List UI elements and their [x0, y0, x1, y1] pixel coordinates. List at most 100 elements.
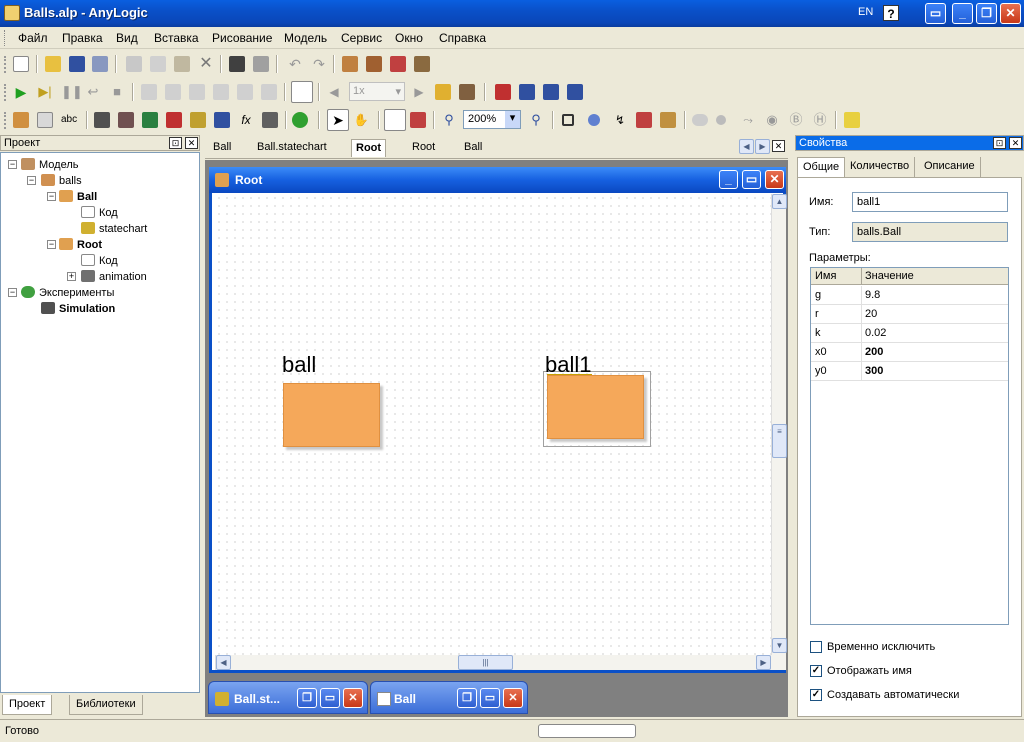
zoom-out-icon[interactable]: ⚲	[441, 112, 457, 128]
tab-ball[interactable]: Ball	[209, 139, 235, 157]
tree-item-balls[interactable]: balls	[41, 174, 82, 187]
table-row[interactable]: y0 300	[811, 362, 1008, 381]
oval-icon[interactable]	[588, 114, 600, 126]
select-pointer-icon[interactable]: ➤	[327, 109, 349, 131]
export-icon[interactable]	[414, 56, 430, 72]
menu-window[interactable]: Окно	[395, 31, 423, 45]
horizontal-scrollbar[interactable]: ◀ ||| ▶	[215, 655, 786, 670]
event-icon[interactable]	[519, 84, 535, 100]
save-icon[interactable]	[69, 56, 85, 72]
event-icon[interactable]	[567, 84, 583, 100]
badge-h-icon[interactable]: Ⓗ	[812, 112, 828, 128]
presentation-icon[interactable]	[390, 56, 406, 72]
connector-icon[interactable]	[262, 112, 278, 128]
maximize-button[interactable]: ▭	[320, 688, 340, 708]
image-icon[interactable]	[142, 112, 158, 128]
menu-tools[interactable]: Сервис	[341, 31, 382, 45]
faster-icon[interactable]: ▶	[411, 84, 427, 100]
scroll-left-icon[interactable]: ◀	[216, 655, 231, 670]
scroll-down-icon[interactable]: ▼	[772, 638, 787, 653]
tree-item-root[interactable]: Root	[59, 238, 102, 251]
tab-project[interactable]: Проект	[2, 695, 53, 715]
close-button[interactable]: ✕	[503, 688, 523, 708]
save-all-icon[interactable]	[92, 56, 108, 72]
menu-insert[interactable]: Вставка	[154, 31, 199, 45]
stop-icon[interactable]: ■	[109, 84, 125, 100]
paint-icon[interactable]	[636, 112, 652, 128]
scroll-left-icon[interactable]: ◀	[739, 139, 754, 154]
tree-item-statechart[interactable]: statechart	[81, 222, 147, 235]
minimize-button[interactable]: _	[952, 3, 973, 24]
expand-icon[interactable]: +	[67, 272, 76, 281]
menu-help[interactable]: Справка	[439, 31, 486, 45]
table-icon[interactable]	[214, 112, 230, 128]
state-icon[interactable]	[118, 112, 134, 128]
tab-description[interactable]: Описание	[919, 157, 981, 177]
close-button[interactable]: ✕	[765, 170, 784, 189]
collapse-icon[interactable]: −	[8, 288, 17, 297]
group-icon[interactable]	[660, 112, 676, 128]
experiment-icon[interactable]	[292, 112, 308, 128]
zoom-in-icon[interactable]: ⚲	[528, 112, 544, 128]
tab-root-animation[interactable]: Root	[408, 139, 439, 157]
event-icon[interactable]	[543, 84, 559, 100]
minimized-window-ball[interactable]: Ball ❐ ▭ ✕	[370, 681, 528, 714]
scroll-right-icon[interactable]: ▶	[756, 655, 771, 670]
tree-item-model[interactable]: Модель	[21, 158, 78, 171]
close-button[interactable]: ✕	[1000, 3, 1021, 24]
redo-icon[interactable]: ↷	[311, 56, 327, 72]
collapse-icon[interactable]: −	[47, 192, 56, 201]
breakpoint-icon[interactable]	[495, 84, 511, 100]
menu-model[interactable]: Модель	[284, 31, 327, 45]
undo-icon[interactable]: ↶	[287, 56, 303, 72]
record-icon[interactable]	[291, 81, 313, 103]
pause-icon[interactable]: ❚❚	[61, 84, 83, 100]
collapse-icon[interactable]: −	[47, 240, 56, 249]
exclude-checkbox[interactable]	[810, 641, 822, 653]
tool-icon[interactable]	[213, 84, 229, 100]
drawing-canvas[interactable]: ball ball1	[215, 194, 771, 655]
tool-icon[interactable]	[237, 84, 253, 100]
tree-item-ball[interactable]: Ball	[59, 190, 97, 203]
note-icon[interactable]	[844, 112, 860, 128]
menu-view[interactable]: Вид	[116, 31, 138, 45]
help-icon[interactable]: ?	[883, 5, 899, 21]
cut-icon[interactable]	[126, 56, 142, 72]
scroll-up-icon[interactable]: ▲	[772, 194, 787, 209]
tab-libraries[interactable]: Библиотеки	[69, 695, 143, 715]
run-icon[interactable]: ▶	[13, 84, 29, 100]
table-row[interactable]: g 9.8	[811, 286, 1008, 305]
speed-select[interactable]: 1x ▾	[349, 82, 405, 101]
class-icon[interactable]	[13, 112, 29, 128]
restore-icon[interactable]: ▭	[925, 3, 946, 24]
tab-ball-statechart[interactable]: Ball.statechart	[253, 139, 331, 157]
ball-object[interactable]	[283, 383, 380, 447]
table-row[interactable]: r 20	[811, 305, 1008, 324]
debug-icon[interactable]	[459, 84, 475, 100]
maximize-button[interactable]: ▭	[480, 688, 500, 708]
pan-icon[interactable]: ✋	[353, 112, 369, 128]
new-file-icon[interactable]	[13, 56, 29, 72]
radio-icon[interactable]: ◉	[764, 112, 780, 128]
text-icon[interactable]: abc	[61, 112, 77, 128]
editor-close-icon[interactable]: ✕	[772, 140, 785, 152]
panel-close-icon[interactable]: ✕	[1009, 137, 1022, 149]
tree-item-animation[interactable]: animation	[81, 270, 147, 283]
maximize-button[interactable]: ❐	[976, 3, 997, 24]
param-value[interactable]: 9.8	[865, 289, 880, 301]
tool-icon[interactable]	[165, 84, 181, 100]
param-value[interactable]: 20	[865, 308, 877, 320]
paste-icon[interactable]	[174, 56, 190, 72]
slower-icon[interactable]: ◀	[326, 84, 342, 100]
step-icon[interactable]: ▶|	[37, 84, 53, 100]
table-row[interactable]: x0 200	[811, 343, 1008, 362]
ball1-object[interactable]	[547, 375, 644, 439]
function-icon[interactable]: fx	[238, 112, 254, 128]
minimize-button[interactable]: _	[719, 170, 738, 189]
param-value[interactable]: 300	[865, 365, 883, 377]
zoom-select[interactable]: 200% ▾	[463, 110, 521, 129]
tool-icon[interactable]	[141, 84, 157, 100]
open-folder-icon[interactable]	[45, 56, 61, 72]
variable-icon[interactable]	[190, 112, 206, 128]
scroll-thumb[interactable]: |||	[458, 655, 513, 670]
